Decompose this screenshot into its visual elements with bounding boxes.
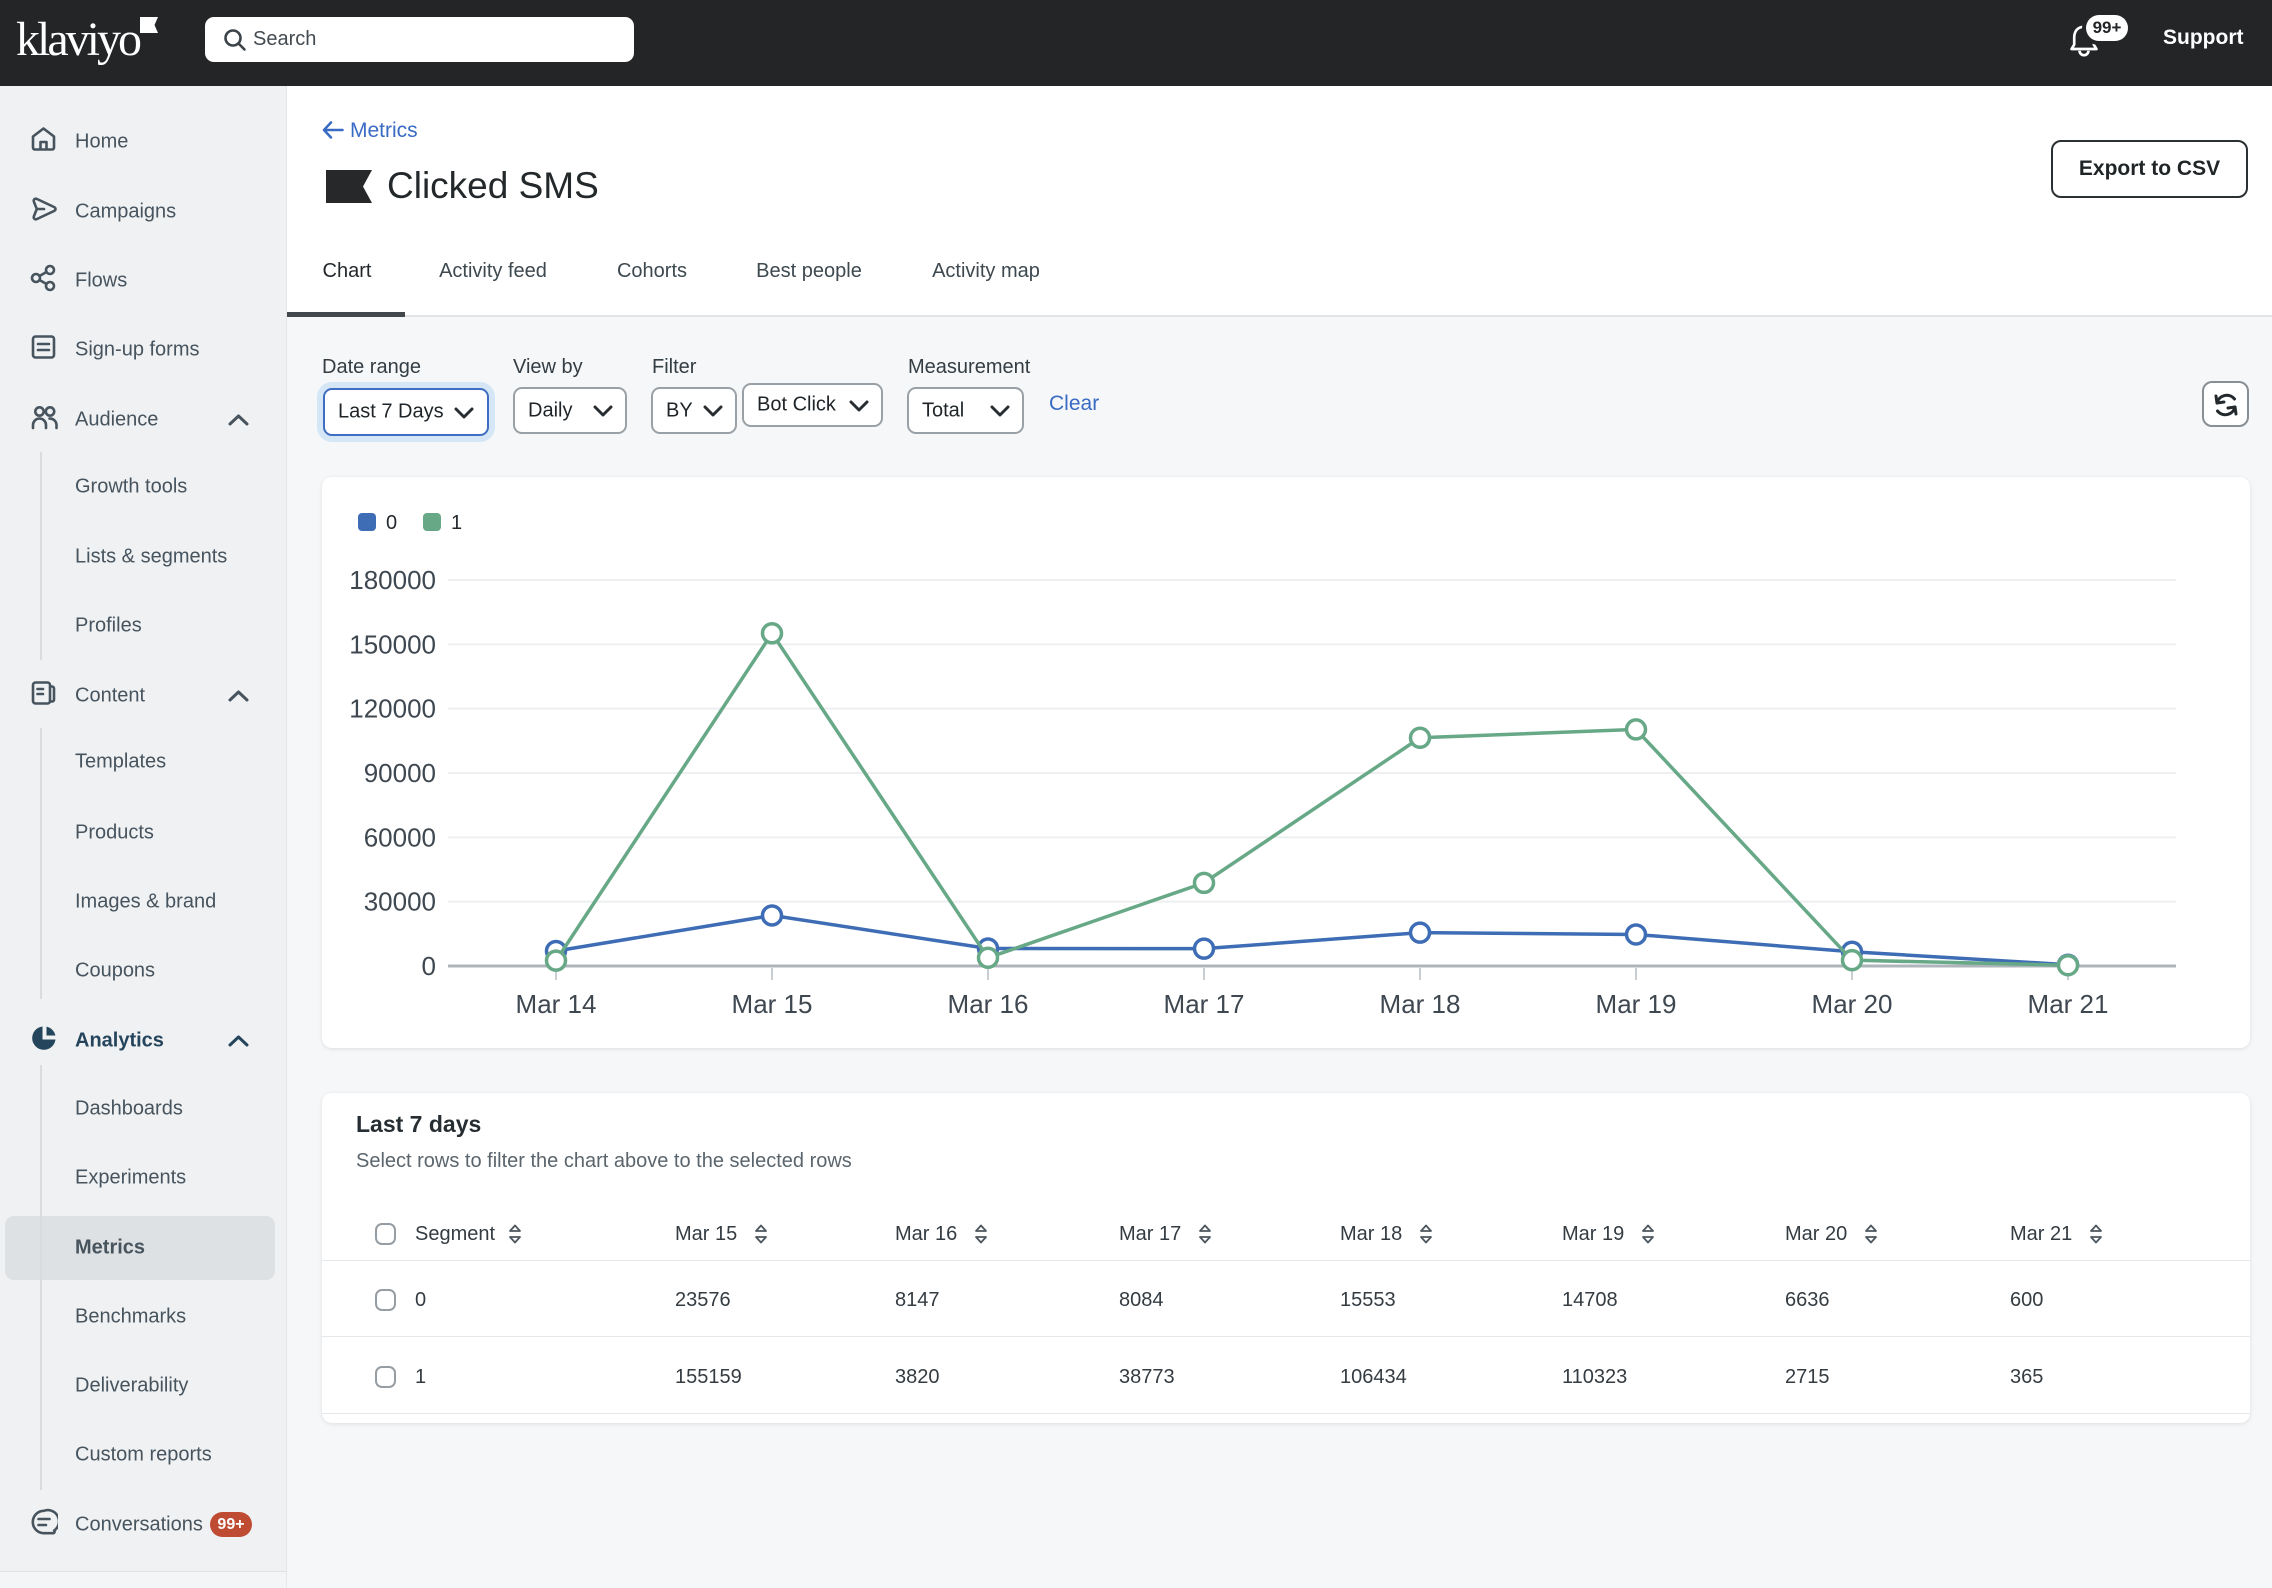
- svg-text:1: 1: [451, 512, 462, 534]
- svg-text:Mar 20: Mar 20: [1812, 989, 1893, 1019]
- svg-text:Mar 16: Mar 16: [948, 989, 1029, 1019]
- svg-text:Mar 14: Mar 14: [516, 989, 597, 1019]
- svg-text:Mar 19: Mar 19: [1596, 989, 1677, 1019]
- svg-text:Mar 18: Mar 18: [1380, 989, 1461, 1019]
- svg-text:60000: 60000: [364, 822, 436, 852]
- svg-text:0: 0: [422, 951, 436, 981]
- svg-text:90000: 90000: [364, 758, 436, 788]
- svg-text:Mar 21: Mar 21: [2028, 989, 2109, 1019]
- svg-text:120000: 120000: [349, 694, 436, 724]
- svg-text:150000: 150000: [349, 629, 436, 659]
- svg-text:Mar 15: Mar 15: [732, 989, 813, 1019]
- svg-text:Mar 17: Mar 17: [1164, 989, 1245, 1019]
- svg-text:30000: 30000: [364, 887, 436, 917]
- svg-text:0: 0: [386, 512, 397, 534]
- svg-text:180000: 180000: [349, 565, 436, 595]
